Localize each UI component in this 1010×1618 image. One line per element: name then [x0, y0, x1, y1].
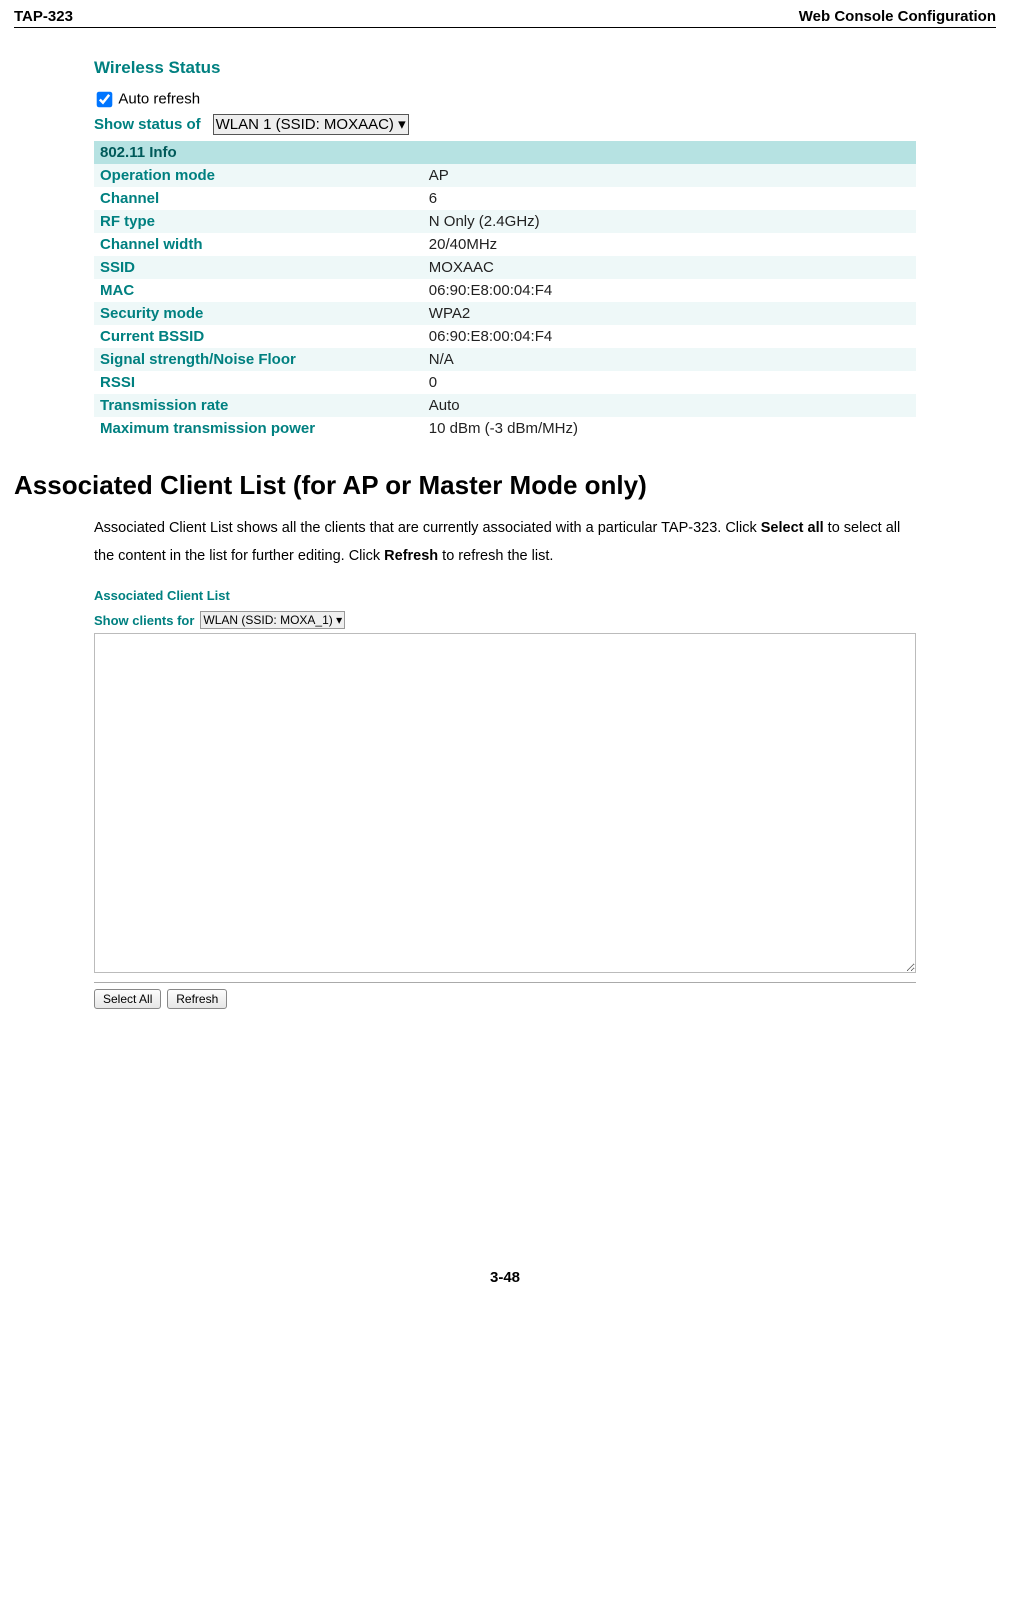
table-row: Current BSSID06:90:E8:00:04:F4	[94, 325, 916, 348]
row-label: Operation mode	[94, 164, 423, 187]
table-row: RSSI0	[94, 371, 916, 394]
dropdown-arrow-icon: ▾	[336, 613, 342, 627]
refresh-button[interactable]: Refresh	[167, 989, 227, 1009]
table-row: Channel6	[94, 187, 916, 210]
show-status-label: Show status of	[94, 116, 201, 133]
auto-refresh-label: Auto refresh	[118, 90, 200, 107]
table-row: SSIDMOXAAC	[94, 256, 916, 279]
body-text-bold2: Refresh	[384, 548, 438, 564]
row-value: 06:90:E8:00:04:F4	[423, 325, 916, 348]
table-row: Signal strength/Noise FloorN/A	[94, 348, 916, 371]
show-clients-select[interactable]: WLAN (SSID: MOXA_1) ▾	[200, 611, 345, 629]
section-header: 802.11 Info	[94, 141, 916, 164]
row-value: WPA2	[423, 302, 916, 325]
wireless-status-title: Wireless Status	[94, 58, 916, 78]
table-row: MAC06:90:E8:00:04:F4	[94, 279, 916, 302]
row-value: 10 dBm (-3 dBm/MHz)	[423, 417, 916, 440]
row-value: Auto	[423, 394, 916, 417]
row-value: 6	[423, 187, 916, 210]
show-clients-label: Show clients for	[94, 613, 194, 628]
chevron-down-icon: ▾	[398, 116, 406, 133]
body-text: Associated Client List shows all the cli…	[94, 515, 916, 570]
row-value: 0	[423, 371, 916, 394]
body-text-part3: to refresh the list.	[438, 548, 553, 564]
show-clients-value: WLAN (SSID: MOXA_1)	[203, 613, 332, 627]
show-status-value: WLAN 1 (SSID: MOXAAC)	[216, 116, 394, 133]
divider	[94, 982, 916, 983]
row-label: RSSI	[94, 371, 423, 394]
table-row: Transmission rateAuto	[94, 394, 916, 417]
row-value: 06:90:E8:00:04:F4	[423, 279, 916, 302]
client-list-textarea[interactable]	[94, 633, 916, 973]
table-row: Channel width20/40MHz	[94, 233, 916, 256]
section-heading: Associated Client List (for AP or Master…	[14, 470, 996, 501]
row-label: Channel	[94, 187, 423, 210]
table-row: RF typeN Only (2.4GHz)	[94, 210, 916, 233]
row-value: N/A	[423, 348, 916, 371]
row-label: Transmission rate	[94, 394, 423, 417]
row-label: Channel width	[94, 233, 423, 256]
row-value: MOXAAC	[423, 256, 916, 279]
row-value: AP	[423, 164, 916, 187]
row-value: N Only (2.4GHz)	[423, 210, 916, 233]
header-left: TAP-323	[14, 8, 73, 25]
body-text-part1: Associated Client List shows all the cli…	[94, 520, 761, 536]
body-text-bold1: Select all	[761, 520, 824, 536]
table-row: Operation modeAP	[94, 164, 916, 187]
show-status-select[interactable]: WLAN 1 (SSID: MOXAAC) ▾	[213, 114, 409, 135]
row-label: Signal strength/Noise Floor	[94, 348, 423, 371]
select-all-button[interactable]: Select All	[94, 989, 161, 1009]
page-number: 3-48	[14, 1269, 996, 1286]
row-label: Security mode	[94, 302, 423, 325]
row-label: Maximum transmission power	[94, 417, 423, 440]
row-value: 20/40MHz	[423, 233, 916, 256]
client-list-title: Associated Client List	[94, 588, 916, 603]
row-label: Current BSSID	[94, 325, 423, 348]
row-label: RF type	[94, 210, 423, 233]
auto-refresh-checkbox[interactable]	[97, 92, 113, 108]
table-row: Maximum transmission power10 dBm (-3 dBm…	[94, 417, 916, 440]
header-right: Web Console Configuration	[799, 8, 996, 25]
row-label: MAC	[94, 279, 423, 302]
row-label: SSID	[94, 256, 423, 279]
table-row: Security modeWPA2	[94, 302, 916, 325]
wireless-status-table: 802.11 Info Operation modeAPChannel6RF t…	[94, 141, 916, 440]
